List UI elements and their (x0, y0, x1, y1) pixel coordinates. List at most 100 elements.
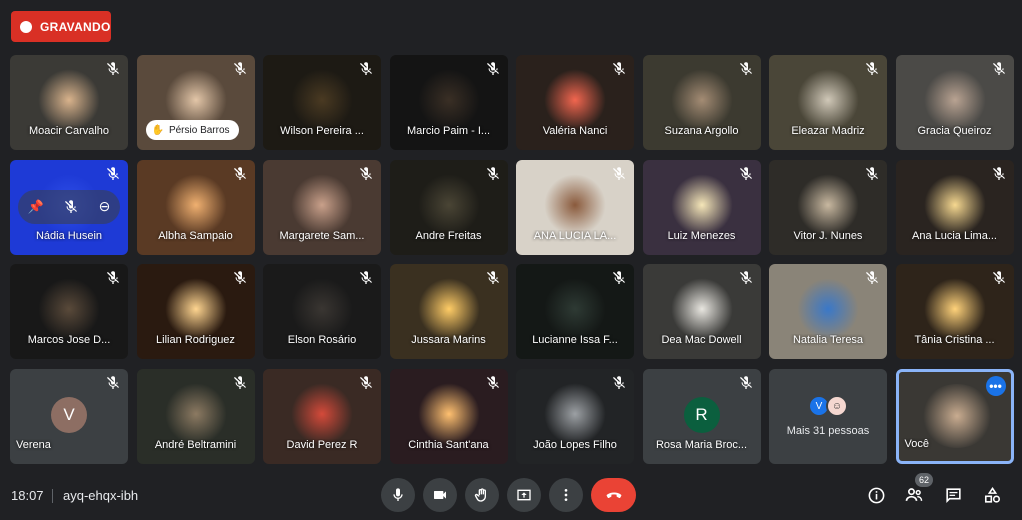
meeting-code: ayq-ehqx-ibh (63, 488, 139, 503)
mic-off-icon (864, 61, 880, 77)
participant-tile[interactable]: Suzana Argollo (642, 55, 761, 150)
mic-off-icon (485, 270, 501, 286)
mic-off-icon (232, 61, 248, 77)
more-options-icon[interactable]: ••• (985, 375, 1006, 396)
mic-off-icon (611, 166, 627, 182)
mic-off-icon (485, 375, 501, 391)
microphone-icon (393, 488, 403, 501)
participant-name: Albha Sampaio (158, 229, 233, 242)
participant-tile-avatar[interactable]: V Verena (10, 368, 128, 464)
participant-name: Pérsio Barros (168, 124, 230, 136)
participant-name: ANA LUCIA LA... (533, 229, 617, 242)
mic-off-icon (991, 270, 1007, 286)
participant-name: Lucianne Issa F... (532, 334, 618, 346)
chat-button[interactable] (942, 484, 964, 506)
participant-tile[interactable]: Dea Mac Dowell (642, 264, 761, 359)
tile-hover-controls: 📌 ⊖ (18, 189, 120, 224)
mic-off-icon (485, 61, 501, 77)
participant-name: Wilson Pereira ... (280, 125, 364, 137)
participant-tile[interactable]: Vitor J. Nunes (769, 159, 887, 255)
participant-name: Ana Lucia Lima... (912, 229, 997, 242)
video-feed (38, 69, 100, 131)
participant-tile[interactable]: David Perez R (263, 368, 381, 464)
video-feed (797, 69, 859, 131)
participant-tile[interactable]: Luiz Menezes (642, 159, 761, 255)
video-feed (923, 69, 986, 131)
mic-off-icon (611, 375, 627, 391)
participant-tile[interactable]: ANA LUCIA LA... (516, 159, 634, 255)
mic-off-icon (864, 166, 880, 182)
raise-hand-button[interactable] (465, 478, 499, 512)
mute-icon[interactable] (63, 199, 79, 215)
participant-tile[interactable]: Marcos Jose D... (10, 264, 128, 359)
participant-tile[interactable]: Eleazar Madriz (769, 55, 887, 150)
video-feed (923, 278, 986, 340)
participant-name: Gracia Queiroz (917, 125, 992, 137)
participant-tile[interactable]: Valéria Nanci (516, 55, 634, 150)
hang-up-icon (606, 492, 621, 499)
mic-off-icon (738, 61, 754, 77)
participant-tile[interactable]: Gracia Queiroz (895, 55, 1014, 150)
mic-off-icon (232, 375, 248, 391)
remove-icon[interactable]: ⊖ (99, 198, 111, 215)
participant-name: Andre Freitas (415, 229, 482, 242)
mic-off-icon (864, 270, 880, 286)
participant-tile[interactable]: Cinthia Sant'ana (389, 368, 508, 464)
participant-tile[interactable]: Lilian Rodriguez (136, 264, 255, 359)
participant-tile[interactable]: Natalia Teresa (769, 264, 887, 359)
camera-button[interactable] (423, 478, 457, 512)
divider (52, 489, 53, 503)
chat-icon (945, 487, 961, 503)
participant-tile[interactable]: André Beltramini (136, 368, 255, 464)
participant-tile[interactable]: Jussara Marins (389, 264, 508, 359)
participant-tile[interactable]: Pérsio Barros✋ Pérsio Barros (136, 55, 255, 150)
participant-tile[interactable]: Wilson Pereira ... (263, 55, 381, 150)
participant-tile[interactable]: Nádia Husein 📌 ⊖ (10, 159, 128, 255)
participant-tile[interactable]: Moacir Carvalho (10, 55, 128, 150)
mic-off-icon (358, 61, 374, 77)
pin-icon[interactable]: 📌 (28, 199, 44, 215)
meeting-details-button[interactable] (865, 484, 887, 506)
more-participants-tile[interactable]: V ☺ Mais 31 pessoas (769, 368, 887, 464)
mic-off-icon (105, 166, 121, 182)
hand-icon (474, 488, 486, 502)
participant-name: Eleazar Madriz (791, 125, 865, 137)
participant-tile[interactable]: Albha Sampaio (136, 159, 255, 255)
participant-name: Suzana Argollo (664, 125, 739, 137)
participant-tile[interactable]: Marcio Paim - I... (389, 55, 508, 150)
participant-tile[interactable]: Andre Freitas (389, 159, 508, 255)
more-options-button[interactable] (549, 478, 583, 512)
mic-off-icon (738, 166, 754, 182)
participant-tile[interactable]: Lucianne Issa F... (516, 264, 634, 359)
participant-name: Elson Rosário (287, 334, 357, 346)
present-button[interactable] (507, 478, 541, 512)
participant-name: Você (904, 437, 929, 450)
video-feed (164, 382, 227, 445)
participant-name: Margarete Sam... (279, 229, 365, 242)
video-feed (164, 278, 227, 340)
activities-button[interactable] (981, 484, 1003, 506)
participant-name: Valéria Nanci (542, 125, 608, 137)
mic-off-icon (991, 166, 1007, 182)
participant-tile[interactable]: Tânia Cristina ... (895, 264, 1014, 359)
recording-badge[interactable]: GRAVANDO (11, 11, 111, 42)
mic-off-icon (358, 166, 374, 182)
participant-tile[interactable]: Margarete Sam... (263, 159, 381, 255)
people-count-badge: 62 (915, 473, 933, 487)
participant-tile[interactable]: Elson Rosário (263, 264, 381, 359)
participant-tile-avatar[interactable]: R Rosa Maria Broc... (642, 368, 761, 464)
camera-icon (434, 491, 446, 499)
microphone-button[interactable] (381, 478, 415, 512)
participant-name: Cinthia Sant'ana (408, 438, 489, 451)
participant-tile[interactable]: Ana Lucia Lima... (895, 159, 1014, 255)
participant-name: David Perez R (286, 438, 358, 451)
end-call-button[interactable] (591, 478, 636, 512)
self-view-tile[interactable]: ••• Você (895, 368, 1014, 464)
video-feed (544, 278, 606, 340)
meeting-time: 18:07 (11, 488, 44, 503)
participant-name: Marcio Paim - I... (406, 125, 491, 137)
participant-tile[interactable]: João Lopes Filho (516, 368, 634, 464)
mic-off-icon (738, 375, 754, 391)
more-participants-label: Mais 31 pessoas (786, 425, 870, 437)
people-button[interactable] (903, 484, 925, 506)
